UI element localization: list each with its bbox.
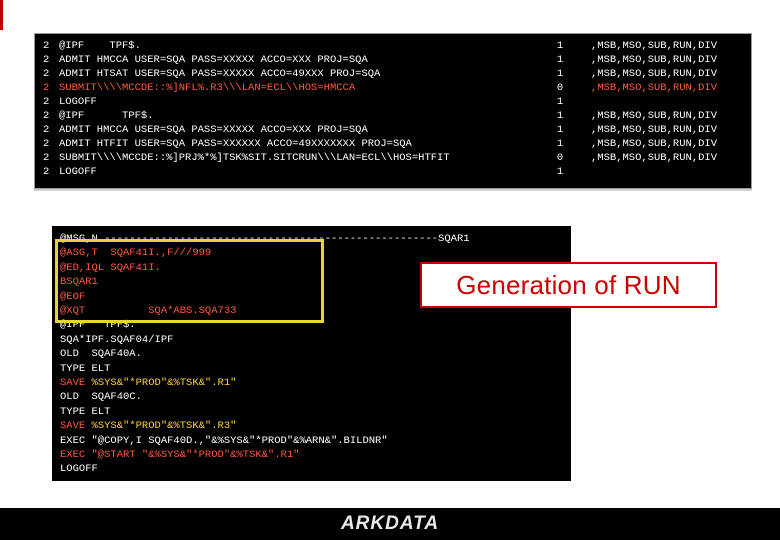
terminal-row: 2 LOGOFF 1 bbox=[35, 165, 751, 180]
row-flags: ,MSB,MSO,SUB,RUN,DIV bbox=[591, 68, 718, 80]
row-status: 1 bbox=[556, 40, 564, 52]
row-command: LOGOFF bbox=[59, 166, 97, 178]
script-line: @MSG,N ---------------------------------… bbox=[60, 233, 470, 245]
terminal-row: 2 SUBMIT\\\\MCCDE::%]PRJ%*%]TSK%SIT.SITCR… bbox=[35, 151, 751, 166]
row-command: ADMIT HTSAT USER=SQA PASS=XXXXX ACCO=49X… bbox=[59, 68, 381, 80]
row-status: 1 bbox=[556, 54, 564, 66]
script-line: EXEC "@START "&%SYS&"*PROD"&%TSK&".R1" bbox=[60, 449, 300, 461]
row-status: 1 bbox=[556, 166, 564, 178]
row-command: @IPF TPF$. bbox=[59, 40, 141, 52]
terminal-screen-top: 2 @IPF TPF$. 1 ,MSB,MSO,SUB,RUN,DIV 2 ADMIT H… bbox=[34, 33, 752, 189]
script-line: OLD SQAF40C. bbox=[60, 391, 142, 404]
row-number: 2 bbox=[43, 40, 50, 52]
row-number: 2 bbox=[43, 166, 50, 178]
script-line: @EOF bbox=[60, 290, 86, 303]
terminal-row: 2 ADMIT HMCCA USER=SQA PASS=XXXXX ACCO=XX… bbox=[35, 53, 751, 68]
script-line: TYPE ELT bbox=[60, 405, 111, 418]
terminal-row: 2 @IPF TPF$. 1 ,MSB,MSO,SUB,RUN,DIV bbox=[35, 39, 751, 54]
row-command: ADMIT HMCCA USER=SQA PASS=XXXXX ACCO=XXX… bbox=[59, 124, 368, 136]
row-number: 2 bbox=[43, 96, 50, 108]
script-line: SAVE %SYS&"*PROD"&%TSK&".R3" bbox=[60, 419, 236, 433]
script-line: SQA*IPF.SQAF04/IPF bbox=[60, 333, 174, 346]
script-argument: %SYS&"*PROD"&%TSK&".R1" bbox=[91, 377, 237, 389]
row-number: 2 bbox=[43, 138, 50, 150]
row-status: 1 bbox=[556, 96, 564, 108]
script-line: EXEC "@COPY,I SQAF40D.,"&%SYS&"*PROD"&%A… bbox=[60, 434, 388, 447]
script-line: LOGOFF bbox=[60, 463, 98, 476]
row-number: 2 bbox=[43, 124, 50, 136]
footer-bar: ARKDATA bbox=[0, 508, 780, 540]
terminal-row: 2 SUBMIT\\\\MCCDE::%]NFL%.R3\\\LAN=ECL\\H… bbox=[35, 81, 751, 96]
row-command: SUBMIT\\\\MCCDE::%]PRJ%*%]TSK%SIT.SITCRU… bbox=[59, 152, 450, 164]
row-flags: ,MSB,MSO,SUB,RUN,DIV bbox=[591, 54, 718, 66]
script-line: @ED,IQL SQAF41I. bbox=[60, 261, 161, 274]
row-command: ADMIT HMCCA USER=SQA PASS=XXXXX ACCO=XXX… bbox=[59, 54, 368, 66]
script-keyword: SAVE bbox=[60, 377, 92, 389]
row-number: 2 bbox=[43, 82, 50, 94]
terminal-row: 2 ADMIT HTFIT USER=SQA PASS=XXXXXX ACCO=4… bbox=[35, 137, 751, 152]
row-status: 0 bbox=[556, 82, 564, 94]
row-number: 2 bbox=[43, 68, 50, 80]
script-line: TYPE ELT bbox=[60, 362, 111, 375]
row-status: 0 bbox=[556, 152, 564, 164]
generation-banner: Generation of RUN bbox=[420, 262, 717, 308]
terminal-row: 2 @IPF TPF$. 1 ,MSB,MSO,SUB,RUN,DIV bbox=[35, 109, 751, 124]
arkdata-logo: ARKDATA bbox=[340, 513, 440, 534]
script-line: BSQAR1 bbox=[60, 276, 98, 289]
script-line: OLD SQAF40A. bbox=[60, 348, 142, 361]
row-flags: ,MSB,MSO,SUB,RUN,DIV bbox=[591, 124, 718, 136]
row-status: 1 bbox=[556, 138, 564, 150]
row-command: SUBMIT\\\\MCCDE::%]NFL%.R3\\\LAN=ECL\\HO… bbox=[59, 82, 356, 94]
row-status: 1 bbox=[556, 68, 564, 80]
row-flags: ,MSB,MSO,SUB,RUN,DIV bbox=[591, 82, 718, 94]
row-command: @IPF TPF$. bbox=[59, 110, 154, 122]
row-number: 2 bbox=[43, 152, 50, 164]
script-line: @IPF TPF$. bbox=[60, 319, 136, 332]
banner-text: Generation of RUN bbox=[456, 269, 681, 300]
script-line: SAVE %SYS&"*PROD"&%TSK&".R1" bbox=[60, 376, 236, 390]
accent-marker bbox=[0, 0, 3, 30]
terminal-row: 2 ADMIT HTSAT USER=SQA PASS=XXXXX ACCO=49… bbox=[35, 67, 751, 82]
row-command: LOGOFF bbox=[59, 96, 97, 108]
row-status: 1 bbox=[556, 110, 564, 122]
script-line: @XQT SQA*ABS.SQA733 bbox=[60, 305, 237, 317]
row-flags: ,MSB,MSO,SUB,RUN,DIV bbox=[591, 152, 718, 164]
script-argument: %SYS&"*PROD"&%TSK&".R3" bbox=[91, 420, 237, 433]
row-status: 1 bbox=[556, 124, 564, 136]
row-flags: ,MSB,MSO,SUB,RUN,DIV bbox=[591, 138, 718, 150]
row-flags: ,MSB,MSO,SUB,RUN,DIV bbox=[591, 40, 718, 52]
row-flags: ,MSB,MSO,SUB,RUN,DIV bbox=[591, 110, 718, 122]
row-number: 2 bbox=[43, 110, 50, 122]
script-keyword: SAVE bbox=[60, 420, 92, 433]
script-line: @ASG,T SQAF41I.,F///999 bbox=[60, 247, 212, 260]
terminal-row: 2 ADMIT HMCCA USER=SQA PASS=XXXXX ACCO=XX… bbox=[35, 123, 751, 138]
terminal-row: 2 LOGOFF 1 bbox=[35, 95, 751, 110]
row-number: 2 bbox=[43, 54, 50, 66]
row-command: ADMIT HTFIT USER=SQA PASS=XXXXXX ACCO=49… bbox=[59, 138, 412, 150]
